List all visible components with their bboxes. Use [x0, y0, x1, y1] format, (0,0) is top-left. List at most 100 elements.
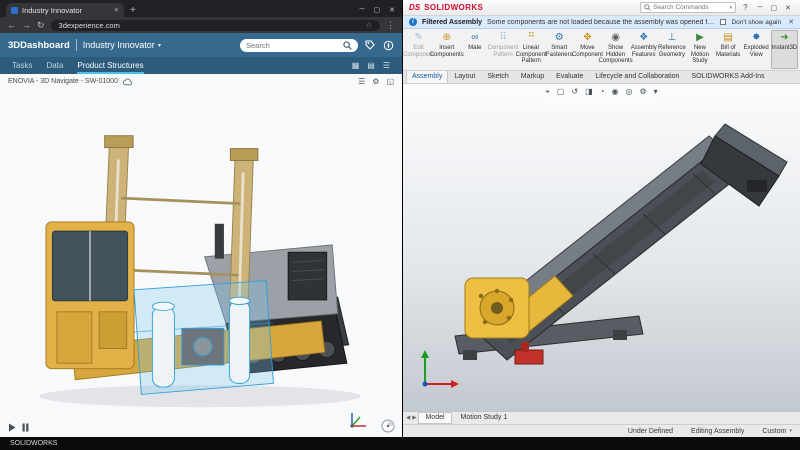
- back-icon[interactable]: ←: [7, 20, 16, 30]
- help-icon[interactable]: ?: [743, 3, 747, 12]
- maximize-icon[interactable]: ▢: [374, 6, 381, 14]
- new-tab-button[interactable]: +: [130, 5, 136, 16]
- tabs-scroll-left-icon[interactable]: ◀: [406, 415, 410, 421]
- notice-close-icon[interactable]: ✕: [788, 18, 794, 26]
- cm-tab-markup[interactable]: Markup: [515, 71, 550, 83]
- dont-show-again-checkbox[interactable]: [720, 19, 726, 25]
- search-icon[interactable]: [343, 41, 352, 50]
- status-mode: Editing Assembly: [691, 428, 744, 435]
- close-icon[interactable]: ✕: [389, 6, 395, 14]
- appearance-icon[interactable]: ⚙: [639, 87, 646, 97]
- linear-component-pattern-icon: ⠛: [527, 32, 534, 44]
- sw-command-search[interactable]: ▾: [640, 2, 736, 13]
- nav-tab-data[interactable]: Data: [46, 57, 63, 74]
- list-icon[interactable]: ☰: [358, 77, 365, 86]
- pause-icon[interactable]: [22, 423, 29, 432]
- dashboard-header: 3DDashboard Industry Innovator ▾: [0, 33, 402, 57]
- close-icon[interactable]: ✕: [785, 4, 791, 12]
- ribbon-show-hidden-components-label: Show Hidden Components: [598, 44, 634, 64]
- ribbon-instant3d-button[interactable]: ➜Instant3D: [771, 30, 798, 69]
- chevron-down-icon[interactable]: ▾: [730, 5, 733, 11]
- taskbar[interactable]: SOLIDWORKS: [0, 437, 800, 450]
- desktop-screen: Industry Innovator ✕ + ─ ▢ ✕ ← → ↻ 3dexp…: [0, 0, 800, 450]
- minimize-icon[interactable]: ─: [758, 4, 763, 12]
- sw-window-controls: ─ ▢ ✕: [755, 4, 794, 12]
- url-bar[interactable]: 3dexperience.com ☆: [51, 20, 380, 31]
- nav-tab-tasks[interactable]: Tasks: [12, 57, 32, 74]
- smart-fasteners-icon: ⚙: [555, 32, 564, 44]
- ribbon-smart-fasteners-button[interactable]: ⚙Smart Fasteners: [546, 30, 573, 69]
- cm-tab-evaluate[interactable]: Evaluate: [550, 71, 589, 83]
- expand-icon[interactable]: ◱: [386, 77, 394, 86]
- cm-tab-solidworks-add-ins[interactable]: SOLIDWORKS Add-Ins: [685, 71, 770, 83]
- board-view-icon[interactable]: ▤: [367, 61, 375, 70]
- compass-icon[interactable]: [382, 39, 394, 51]
- ribbon-assembly-features-button[interactable]: ❖Assembly Features: [630, 30, 657, 69]
- forward-icon[interactable]: →: [22, 20, 31, 30]
- dashboard-search[interactable]: [240, 39, 358, 52]
- ribbon-show-hidden-components-button[interactable]: ◉Show Hidden Components: [602, 30, 629, 69]
- cm-tab-layout[interactable]: Layout: [448, 71, 481, 83]
- taskbar-app-label: SOLIDWORKS: [10, 440, 57, 447]
- ribbon-exploded-view-button[interactable]: ✸Exploded View: [743, 30, 770, 69]
- browser-menu-icon[interactable]: ⋮: [386, 20, 395, 31]
- view-compass-icon[interactable]: [381, 419, 395, 433]
- ribbon-insert-components-button[interactable]: ⊕Insert Components: [433, 30, 460, 69]
- dashboard-title[interactable]: Industry Innovator ▾: [83, 40, 161, 50]
- drill-rig-3d-model[interactable]: [0, 88, 402, 421]
- maximize-icon[interactable]: ▢: [771, 4, 778, 12]
- doc-tab-motion-study-1[interactable]: Motion Study 1: [454, 412, 515, 424]
- boom-assembly-3d-model[interactable]: [403, 84, 800, 411]
- dashboard-nav-tabs: Tasks Data Product Structures: [12, 57, 144, 74]
- cm-tab-assembly[interactable]: Assembly: [406, 71, 448, 83]
- search-input[interactable]: [246, 41, 340, 50]
- section-view-icon[interactable]: ◨: [585, 87, 593, 97]
- ribbon-assembly-features-label: Assembly Features: [630, 44, 658, 58]
- show-hidden-components-icon: ◉: [611, 32, 620, 44]
- view-orientation-icon[interactable]: ◔: [600, 87, 605, 97]
- rig-cab[interactable]: [46, 222, 134, 369]
- minimize-icon[interactable]: ─: [360, 6, 365, 14]
- settings-icon[interactable]: ⚙: [372, 77, 379, 86]
- ribbon-reference-geometry-button[interactable]: ⊥Reference Geometry: [658, 30, 685, 69]
- previous-view-icon[interactable]: ↺: [571, 87, 578, 97]
- zoom-area-icon[interactable]: ▢: [557, 87, 565, 97]
- ribbon-bill-of-materials-button[interactable]: ▤Bill of Materials: [715, 30, 742, 69]
- list-view-icon[interactable]: ☰: [383, 61, 390, 70]
- reload-icon[interactable]: ↻: [37, 20, 45, 31]
- nav-tab-product-structures[interactable]: Product Structures: [77, 57, 143, 74]
- tabs-scroll-right-icon[interactable]: ▶: [412, 415, 416, 421]
- instant3d-icon: ➜: [780, 32, 788, 44]
- status-units-selector[interactable]: Custom ▾: [762, 428, 792, 435]
- grid-view-icon[interactable]: ▦: [352, 61, 360, 70]
- browser-tab[interactable]: Industry Innovator ✕: [6, 3, 124, 17]
- component-pattern-icon: ⠿: [499, 32, 506, 44]
- display-style-icon[interactable]: ◉: [612, 87, 619, 97]
- ribbon-linear-component-pattern-button[interactable]: ⠛Linear Component Pattern: [518, 30, 545, 69]
- sw-graphics-area[interactable]: ⌖ ▢ ↺ ◨ ◔ ◉ ◎ ⚙ ▾: [403, 84, 800, 411]
- zoom-fit-icon[interactable]: ⌖: [545, 87, 550, 97]
- ribbon-new-motion-study-button[interactable]: ▶New Motion Study: [686, 30, 713, 69]
- ribbon-component-pattern-button: ⠿Component Pattern: [489, 30, 516, 69]
- notice-message: Some components are not loaded because t…: [487, 19, 715, 26]
- chevron-down-icon: ▾: [789, 428, 792, 434]
- heads-up-toolbar: ⌖ ▢ ↺ ◨ ◔ ◉ ◎ ⚙ ▾: [539, 86, 663, 98]
- cm-tab-lifecycle-and-collaboration[interactable]: Lifecycle and Collaboration: [589, 71, 685, 83]
- notice-title: Filtered Assembly: [422, 19, 482, 26]
- brand-3ddashboard[interactable]: 3DDashboard: [8, 40, 70, 51]
- ribbon-component-pattern-label: Component Pattern: [486, 44, 519, 58]
- command-manager-ribbon: ✎Edit Component⊕Insert Components∞Mate⠿C…: [403, 29, 800, 71]
- rig-selected-assembly[interactable]: [134, 281, 273, 395]
- play-icon[interactable]: [8, 423, 16, 432]
- solidworks-logo: SOLIDWORKS: [424, 3, 483, 12]
- tab-close-icon[interactable]: ✕: [114, 6, 119, 14]
- ribbon-mate-button[interactable]: ∞Mate: [461, 30, 488, 69]
- tag-icon[interactable]: [364, 39, 376, 51]
- sw-search-input[interactable]: [653, 4, 727, 11]
- sw-titlebar: DS SOLIDWORKS ▾ ? ─ ▢ ✕: [403, 0, 800, 16]
- bookmark-star-icon[interactable]: ☆: [366, 21, 372, 29]
- doc-tab-model[interactable]: Model: [418, 412, 451, 424]
- cm-tab-sketch[interactable]: Sketch: [481, 71, 514, 83]
- view-settings-icon[interactable]: ▾: [654, 87, 658, 97]
- hide-show-icon[interactable]: ◎: [626, 87, 633, 97]
